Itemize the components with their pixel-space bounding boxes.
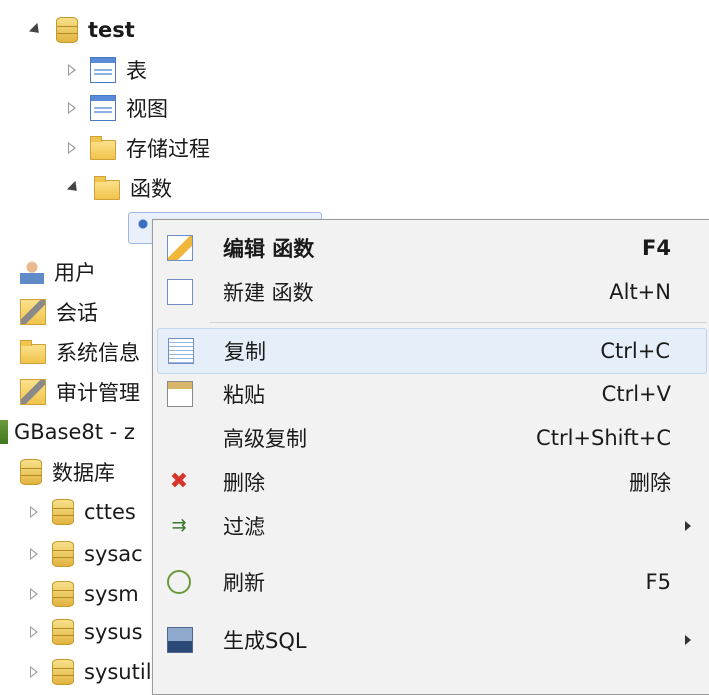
collapsed-arrow-icon[interactable] xyxy=(30,548,38,560)
tree-node-db[interactable]: sysus xyxy=(30,612,143,652)
submenu-arrow-icon xyxy=(685,521,691,531)
tree-node-views[interactable]: 视图 xyxy=(68,88,168,128)
database-icon xyxy=(52,541,74,567)
tree-node-label: 表 xyxy=(126,59,147,83)
menu-item-shortcut: Ctrl+C xyxy=(600,339,670,363)
tree-node-audit[interactable]: 审计管理 xyxy=(20,372,140,412)
tree-node-label: 视图 xyxy=(126,97,168,121)
tree-node-db[interactable]: sysac xyxy=(30,534,143,574)
tree-node-db[interactable]: cttes xyxy=(30,492,136,532)
menu-item-generate-sql[interactable]: 生成SQL xyxy=(157,618,707,662)
collapsed-arrow-icon[interactable] xyxy=(30,666,38,678)
menu-item-label: 编辑 函数 xyxy=(223,237,315,261)
tree-node-label: GBase8t - z xyxy=(14,420,135,444)
tree-node-label: sysm xyxy=(84,582,139,606)
expand-arrow-icon[interactable] xyxy=(28,22,44,38)
refresh-icon xyxy=(167,570,191,594)
paste-icon xyxy=(167,381,193,407)
delete-icon: ✖ xyxy=(169,469,189,494)
menu-item-shortcut: F5 xyxy=(645,570,671,594)
audit-icon xyxy=(20,379,46,405)
filter-icon: ⇉ xyxy=(171,515,187,536)
edit-icon xyxy=(167,235,193,261)
menu-item-label: 新建 函数 xyxy=(223,281,314,305)
menu-item-label: 过滤 xyxy=(223,515,265,539)
collapsed-arrow-icon[interactable] xyxy=(30,506,38,518)
collapsed-arrow-icon[interactable] xyxy=(68,102,76,114)
database-icon xyxy=(56,17,78,43)
tree-node-user[interactable]: 用户 xyxy=(20,252,96,292)
new-icon xyxy=(167,279,193,305)
menu-item-label: 高级复制 xyxy=(223,427,307,451)
tree-node-label: sysac xyxy=(84,542,143,566)
tree-node-label: 审计管理 xyxy=(56,381,140,405)
tree-node-label: 用户 xyxy=(54,261,96,285)
menu-item-shortcut: Alt+N xyxy=(609,280,671,304)
tree-node-db[interactable]: sysm xyxy=(30,574,139,614)
menu-item-delete[interactable]: ✖ 删除 删除 xyxy=(157,460,707,504)
folder-icon xyxy=(94,176,120,200)
database-icon xyxy=(52,619,74,645)
menu-item-copy[interactable]: 复制 Ctrl+C xyxy=(157,328,707,374)
menu-item-shortcut: F4 xyxy=(642,236,671,260)
collapsed-arrow-icon[interactable] xyxy=(30,588,38,600)
menu-item-label: 删除 xyxy=(223,471,265,495)
menu-item-filter[interactable]: ⇉ 过滤 xyxy=(157,504,707,548)
view-icon xyxy=(90,95,116,121)
tree-node-label: 系统信息 xyxy=(56,341,140,365)
sql-icon xyxy=(167,627,193,653)
tree-node-databases[interactable]: 数据库 xyxy=(20,452,115,492)
tree-node-functions[interactable]: 函数 xyxy=(66,168,172,208)
tree-node-server[interactable]: GBase8t - z xyxy=(0,412,135,452)
folder-icon xyxy=(90,136,116,160)
copy-icon xyxy=(168,338,194,364)
function-icon xyxy=(135,216,151,232)
database-icon xyxy=(52,659,74,685)
tree-node-label: 函数 xyxy=(130,177,172,201)
tree-node-label: 存储过程 xyxy=(126,137,210,161)
submenu-arrow-icon xyxy=(685,635,691,645)
menu-separator xyxy=(209,322,707,323)
menu-item-new[interactable]: 新建 函数 Alt+N xyxy=(157,270,707,314)
menu-item-label: 生成SQL xyxy=(223,629,307,653)
tree-node-db[interactable]: sysutils xyxy=(30,652,162,692)
menu-item-shortcut: Ctrl+V xyxy=(601,382,671,406)
tree-node-label: test xyxy=(88,18,135,42)
tree-node-label: cttes xyxy=(84,500,136,524)
tree-node-label: sysutils xyxy=(84,660,163,684)
menu-item-shortcut: 删除 xyxy=(629,471,671,495)
tree-node-tables[interactable]: 表 xyxy=(68,50,147,90)
database-icon xyxy=(52,499,74,525)
menu-item-advanced-copy[interactable]: 高级复制 Ctrl+Shift+C xyxy=(157,416,707,460)
user-icon xyxy=(20,260,44,284)
menu-item-refresh[interactable]: 刷新 F5 xyxy=(157,560,707,604)
tree-node-session[interactable]: 会话 xyxy=(20,292,98,332)
menu-item-label: 刷新 xyxy=(223,571,265,595)
tree-node-label: sysus xyxy=(84,620,143,644)
expand-arrow-icon[interactable] xyxy=(66,180,82,196)
session-icon xyxy=(20,299,46,325)
server-icon xyxy=(0,420,8,444)
databases-icon xyxy=(20,459,42,485)
tree-node-sysinfo[interactable]: 系统信息 xyxy=(20,332,140,372)
menu-item-paste[interactable]: 粘贴 Ctrl+V xyxy=(157,372,707,416)
table-icon xyxy=(90,57,116,83)
collapsed-arrow-icon[interactable] xyxy=(30,626,38,638)
menu-item-edit[interactable]: 编辑 函数 F4 xyxy=(157,226,707,270)
tree-node-procedures[interactable]: 存储过程 xyxy=(68,128,210,168)
menu-item-label: 复制 xyxy=(224,340,266,364)
folder-icon xyxy=(20,340,46,364)
tree-node-label: 会话 xyxy=(56,301,98,325)
menu-item-label: 粘贴 xyxy=(223,383,265,407)
collapsed-arrow-icon[interactable] xyxy=(68,64,76,76)
tree-node-test[interactable]: test xyxy=(28,10,135,50)
context-menu: 编辑 函数 F4 新建 函数 Alt+N 复制 Ctrl+C 粘贴 Ctrl+V… xyxy=(152,219,709,695)
tree-node-label: 数据库 xyxy=(52,461,115,485)
collapsed-arrow-icon[interactable] xyxy=(68,142,76,154)
database-icon xyxy=(52,581,74,607)
menu-item-shortcut: Ctrl+Shift+C xyxy=(536,426,671,450)
